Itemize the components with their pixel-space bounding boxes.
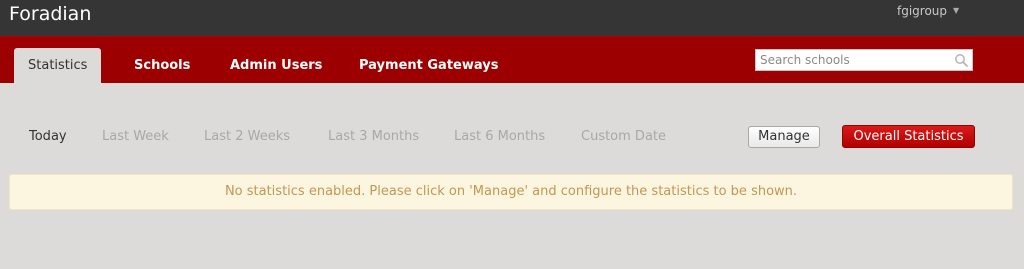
top-bar: Foradian fgigroup ▼ <box>0 0 1024 36</box>
tab-schools[interactable]: Schools <box>134 48 190 83</box>
magnifier-icon[interactable] <box>954 53 968 67</box>
empty-state-notice: No statistics enabled. Please click on '… <box>9 174 1013 210</box>
caret-down-icon: ▼ <box>953 6 960 15</box>
period-last-week[interactable]: Last Week <box>102 129 169 145</box>
manage-button[interactable]: Manage <box>748 126 820 148</box>
period-last-2-weeks[interactable]: Last 2 Weeks <box>204 129 290 145</box>
user-menu[interactable]: fgigroup ▼ <box>897 4 959 18</box>
tab-statistics[interactable]: Statistics <box>14 48 102 83</box>
user-menu-name: fgigroup <box>897 4 948 18</box>
tab-admin-users[interactable]: Admin Users <box>230 48 322 83</box>
tab-payment-gateways[interactable]: Payment Gateways <box>359 48 498 83</box>
period-today[interactable]: Today <box>29 129 67 145</box>
search-box <box>755 49 973 71</box>
overall-statistics-button[interactable]: Overall Statistics <box>842 125 975 148</box>
period-custom-date[interactable]: Custom Date <box>581 129 666 145</box>
main-nav: Statistics Schools Admin Users Payment G… <box>0 36 1024 83</box>
period-last-6-months[interactable]: Last 6 Months <box>454 129 545 145</box>
brand-logo[interactable]: Foradian <box>9 3 91 25</box>
period-last-3-months[interactable]: Last 3 Months <box>328 129 419 145</box>
search-input[interactable] <box>760 50 950 70</box>
